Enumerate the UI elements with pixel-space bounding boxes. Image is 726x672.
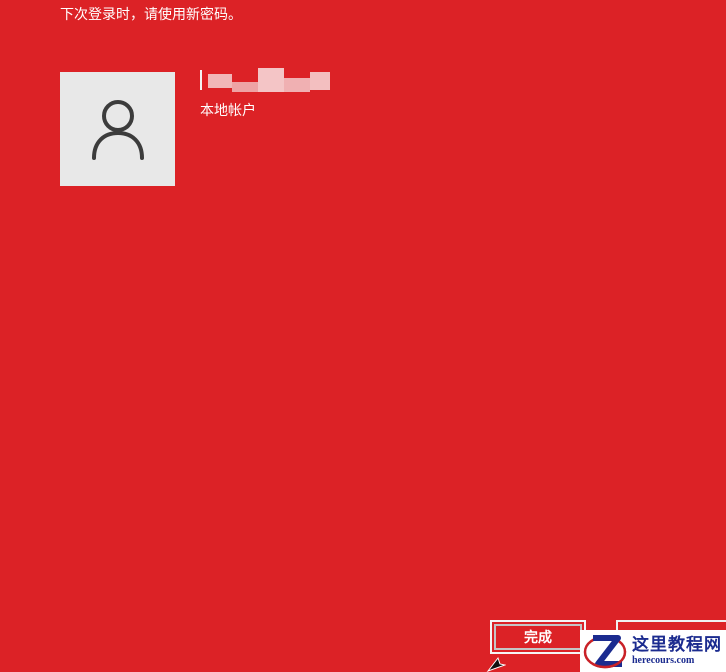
- mouse-pointer-icon: [486, 656, 506, 672]
- finish-button[interactable]: 完成: [490, 620, 586, 654]
- username-caret: [200, 70, 202, 90]
- new-password-notice: 下次登录时，请使用新密码。: [60, 6, 242, 22]
- finish-button-label: 完成: [494, 624, 582, 650]
- redaction-block: [258, 68, 284, 92]
- watermark: 这里教程网 herecours.com: [580, 630, 726, 672]
- z-logo-icon: [583, 635, 627, 669]
- redaction-block: [284, 78, 310, 92]
- user-icon: [91, 100, 144, 160]
- redaction-block: [208, 74, 232, 88]
- redaction-block: [310, 72, 330, 90]
- redaction-block: [232, 82, 258, 92]
- redacted-username: [200, 68, 332, 92]
- watermark-cn: 这里教程网: [632, 635, 722, 655]
- account-type-label: 本地帐户: [200, 102, 256, 118]
- watermark-text: 这里教程网 herecours.com: [630, 635, 722, 667]
- password-changed-screen: 下次登录时，请使用新密码。 本地帐户 完成 这里教程网 herecours.co…: [0, 0, 726, 672]
- watermark-en: herecours.com: [632, 655, 695, 666]
- avatar: [60, 72, 175, 186]
